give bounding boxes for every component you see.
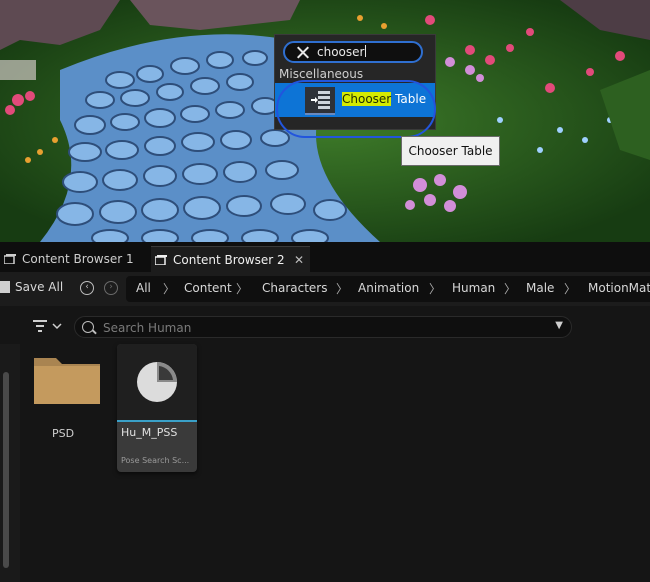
breadcrumb-chevron-icon[interactable]: 〉 <box>564 280 576 297</box>
breadcrumb-chevron-icon[interactable]: 〉 <box>163 280 175 297</box>
breadcrumb-human[interactable]: Human <box>452 281 495 295</box>
asset-tile-hu-m-pss[interactable]: Hu_M_PSS Pose Search Sc... <box>117 344 197 472</box>
back-button[interactable]: ‹ <box>80 281 94 295</box>
asset-search-box[interactable]: ▼ <box>74 316 572 338</box>
filter-bar: ▼ <box>0 306 650 344</box>
popup-search-field[interactable]: chooser <box>283 41 423 63</box>
forward-button[interactable]: › <box>104 281 118 295</box>
breadcrumb-chevron-icon[interactable]: 〉 <box>504 280 516 297</box>
breadcrumb-chevron-icon[interactable]: 〉 <box>236 280 248 297</box>
chevron-down-icon[interactable]: ▼ <box>555 320 563 331</box>
tab-content-browser-2[interactable]: Content Browser 2 ✕ <box>151 246 310 273</box>
pose-search-icon <box>137 362 177 402</box>
save-all-button[interactable]: Save All <box>0 280 63 294</box>
result-label: Chooser Table <box>342 92 426 106</box>
clear-search-icon[interactable] <box>295 45 311 61</box>
tooltip: Chooser Table <box>401 136 500 166</box>
search-icon <box>82 321 94 333</box>
folder-label: PSD <box>52 427 75 440</box>
breadcrumb-motionmat[interactable]: MotionMat <box>588 281 650 295</box>
folder-icon <box>34 358 100 404</box>
content-browser-icon <box>4 254 16 264</box>
asset-search-input[interactable] <box>101 318 545 338</box>
asset-thumbnail <box>117 344 197 420</box>
breadcrumb-animation[interactable]: Animation <box>358 281 419 295</box>
category-header: Miscellaneous <box>279 67 364 81</box>
filter-icon <box>33 320 62 332</box>
content-toolbar: Save All ‹ › All 〉 Content 〉 Characters … <box>0 272 650 306</box>
tab-close-icon[interactable]: ✕ <box>294 247 304 273</box>
result-label-rest: Table <box>391 92 427 106</box>
tab-content-browser-1[interactable]: Content Browser 1 <box>0 246 148 272</box>
breadcrumb-male[interactable]: Male <box>526 281 554 295</box>
breadcrumb-content[interactable]: Content <box>184 281 232 295</box>
save-all-label: Save All <box>15 280 64 294</box>
asset-type-label: Pose Search Sc... <box>121 456 190 465</box>
scrollbar[interactable] <box>3 372 9 568</box>
popup-search-text[interactable]: chooser <box>317 45 366 59</box>
save-icon <box>0 281 10 293</box>
breadcrumb-all[interactable]: All <box>136 281 151 295</box>
breadcrumb-chevron-icon[interactable]: 〉 <box>429 280 441 297</box>
content-browser-icon <box>155 255 167 265</box>
tab-bar: Content Browser 1 Content Browser 2 ✕ <box>0 242 650 273</box>
breadcrumb-characters[interactable]: Characters <box>262 281 328 295</box>
tab-label: Content Browser 1 <box>22 252 134 266</box>
chooser-table-icon <box>305 87 335 115</box>
result-chooser-table[interactable]: Chooser Table <box>275 83 435 117</box>
asset-name: Hu_M_PSS <box>121 426 178 439</box>
tab-label: Content Browser 2 <box>173 253 285 267</box>
result-label-match: Chooser <box>342 92 392 106</box>
breadcrumb-chevron-icon[interactable]: 〉 <box>336 280 348 297</box>
filter-button[interactable] <box>33 318 65 334</box>
breadcrumb: All 〉 Content 〉 Characters 〉 Animation 〉… <box>126 276 650 302</box>
folder-psd[interactable] <box>32 352 102 408</box>
asset-picker-popup: chooser Miscellaneous Chooser Table <box>274 34 436 130</box>
asset-type-bar <box>117 420 197 422</box>
